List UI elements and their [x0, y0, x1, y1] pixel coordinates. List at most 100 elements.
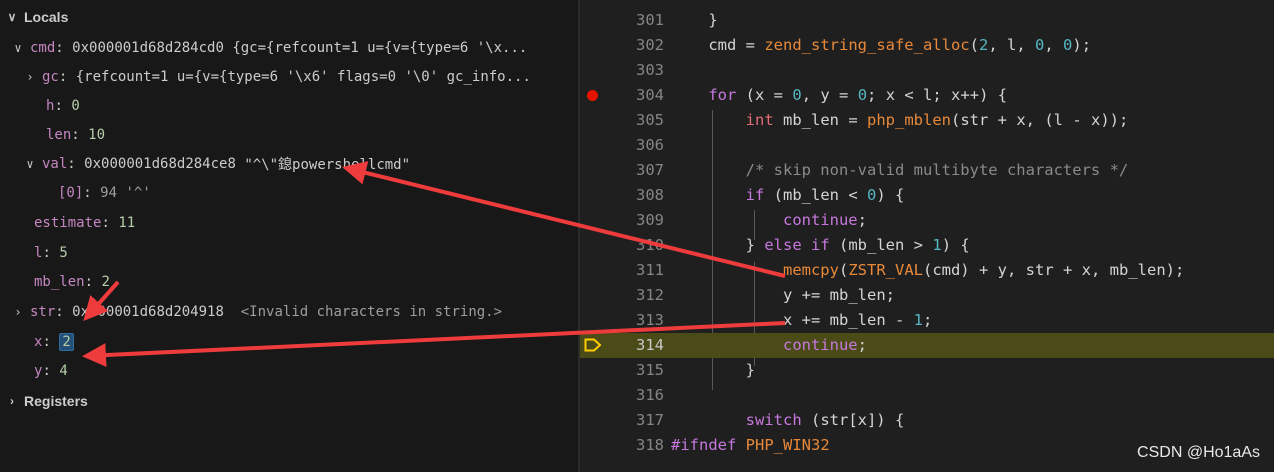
- var-separator: :: [42, 334, 51, 350]
- code-token: ) {: [941, 236, 970, 254]
- code-token: PHP_WIN32: [745, 436, 830, 454]
- var-row-mb-len[interactable]: mb_len: 2: [34, 267, 578, 297]
- var-row-cmd[interactable]: ∨ cmd: 0x000001d68d284cd0 {gc={refcount=…: [10, 33, 578, 63]
- line-number: 318: [636, 436, 664, 454]
- var-separator: :: [55, 304, 64, 320]
- code-text: for (x = 0, y = 0; x < l; x++) {: [671, 83, 1007, 108]
- code-line[interactable]: 315 }: [580, 358, 1274, 383]
- var-row-str[interactable]: › str: 0x000001d68d204918 <Invalid chara…: [10, 297, 578, 327]
- code-line[interactable]: 307 /* skip non-valid multibyte characte…: [580, 158, 1274, 183]
- code-text: x += mb_len - 1;: [671, 308, 932, 333]
- code-line[interactable]: 301 }: [580, 8, 1274, 33]
- code-token: <: [848, 186, 858, 204]
- code-line[interactable]: 303: [580, 58, 1274, 83]
- chevron-down-icon[interactable]: ∨: [10, 41, 26, 55]
- chevron-right-icon: ›: [10, 394, 14, 408]
- var-row-val-0[interactable]: [0]: 94 '^': [58, 178, 578, 208]
- var-row-len[interactable]: len: 10: [46, 120, 578, 150]
- var-name: h: [46, 98, 55, 114]
- screenshot-root: ∨ Locals ∨ cmd: 0x000001d68d284cd0 {gc={…: [0, 0, 1274, 472]
- var-row-h[interactable]: h: 0: [46, 91, 578, 121]
- var-separator: :: [54, 98, 63, 114]
- var-row-val[interactable]: ∨ val: 0x000001d68d284ce8 "^\"鎴powershel…: [22, 149, 578, 179]
- code-token: ;: [857, 211, 867, 229]
- code-text: }: [671, 8, 718, 33]
- code-token: #ifndef: [671, 436, 737, 454]
- line-number: 303: [636, 61, 664, 79]
- code-token: ;: [857, 336, 867, 354]
- var-separator: :: [67, 156, 76, 172]
- line-number: 306: [636, 136, 664, 154]
- code-token: (: [838, 261, 849, 279]
- code-line[interactable]: 314 continue;: [580, 333, 1274, 358]
- code-token: for: [708, 86, 737, 104]
- var-name: estimate: [34, 215, 102, 231]
- chevron-right-icon[interactable]: ›: [22, 70, 38, 84]
- code-token: ,: [1044, 36, 1064, 54]
- code-line[interactable]: 313 x += mb_len - 1;: [580, 308, 1274, 333]
- code-token: 1: [932, 236, 942, 254]
- line-number: 307: [636, 161, 664, 179]
- chevron-right-icon[interactable]: ›: [10, 305, 26, 319]
- code-token: y, str: [988, 261, 1063, 279]
- var-value: 5: [59, 245, 68, 261]
- code-line[interactable]: 309 continue;: [580, 208, 1274, 233]
- code-line[interactable]: 302 cmd = zend_string_safe_alloc(2, l, 0…: [580, 33, 1274, 58]
- var-separator: :: [101, 215, 110, 231]
- locals-header-label: Locals: [24, 9, 69, 25]
- code-text: } else if (mb_len > 1) {: [671, 233, 970, 258]
- code-line[interactable]: 317 switch (str[x]) {: [580, 408, 1274, 433]
- locals-panel: ∨ Locals ∨ cmd: 0x000001d68d284cd0 {gc={…: [0, 0, 578, 472]
- code-line[interactable]: 316: [580, 383, 1274, 408]
- code-token: -: [1072, 111, 1082, 129]
- code-token: ) {: [979, 86, 1008, 104]
- var-value: 10: [88, 127, 106, 143]
- line-number: 305: [636, 111, 664, 129]
- line-number: 302: [636, 36, 664, 54]
- breakpoint-icon[interactable]: [587, 90, 598, 101]
- code-editor[interactable]: 301 } 302 cmd = zend_string_safe_alloc(2,…: [580, 0, 1274, 472]
- registers-header-label: Registers: [24, 393, 88, 409]
- code-line[interactable]: 311 memcpy(ZSTR_VAL(cmd) + y, str + x, m…: [580, 258, 1274, 283]
- var-row-gc[interactable]: › gc: {refcount=1 u={v={type=6 '\x6' fla…: [22, 62, 578, 92]
- var-value: 11: [118, 215, 136, 231]
- var-separator: :: [84, 274, 94, 290]
- code-token: ZSTR_VAL: [848, 261, 923, 279]
- code-token: , l,: [988, 36, 1035, 54]
- code-line[interactable]: 304 for (x = 0, y = 0; x < l; x++) {: [580, 83, 1274, 108]
- registers-section-header[interactable]: › Registers: [0, 388, 578, 414]
- var-row-y[interactable]: y: 4: [34, 356, 578, 386]
- code-token: continue: [782, 336, 858, 354]
- var-row-estimate[interactable]: estimate: 11: [34, 208, 578, 238]
- var-address: 0x000001d68d284ce8: [84, 156, 236, 172]
- locals-section-header[interactable]: ∨ Locals: [0, 4, 578, 30]
- code-line[interactable]: 308 if (mb_len < 0) {: [580, 183, 1274, 208]
- var-separator: :: [55, 40, 64, 56]
- code-text: if (mb_len < 0) {: [671, 183, 905, 208]
- var-row-x[interactable]: x: 2: [34, 327, 578, 357]
- chevron-down-icon[interactable]: ∨: [22, 157, 38, 171]
- code-text: #ifndef PHP_WIN32: [671, 433, 830, 458]
- code-text: int mb_len = php_mblen(str + x, (l - x))…: [671, 108, 1129, 133]
- line-number: 312: [636, 286, 664, 304]
- code-token: 0: [857, 86, 868, 104]
- execution-pointer-icon: [584, 338, 602, 352]
- code-token: }: [671, 11, 718, 29]
- code-line[interactable]: 312 y += mb_len;: [580, 283, 1274, 308]
- code-token: }: [671, 361, 755, 379]
- var-row-l[interactable]: l: 5: [34, 238, 578, 268]
- code-line[interactable]: 310 } else if (mb_len > 1) {: [580, 233, 1274, 258]
- line-number: 317: [636, 411, 664, 429]
- code-line[interactable]: 305 int mb_len = php_mblen(str + x, (l -…: [580, 108, 1274, 133]
- code-token: else: [764, 236, 802, 254]
- var-value: 4: [59, 363, 68, 379]
- code-line[interactable]: 306: [580, 133, 1274, 158]
- line-number: 301: [636, 11, 664, 29]
- code-token: , y: [801, 86, 840, 104]
- code-token: zend_string_safe_alloc: [755, 36, 970, 54]
